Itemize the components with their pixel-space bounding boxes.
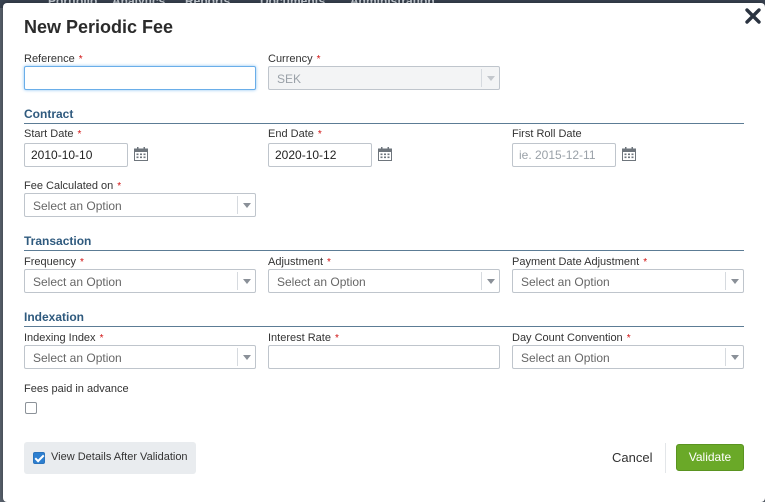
frequency-select[interactable]: Select an Option [24,269,256,293]
view-details-checkbox[interactable] [33,452,45,464]
start-date-input[interactable] [24,143,128,167]
first-roll-date-label: First Roll Date [512,128,582,140]
required-marker: * [626,333,631,344]
day-count-convention-label: Day Count Convention * [512,332,631,344]
required-marker: * [77,129,82,140]
required-marker: * [316,54,321,65]
required-marker: * [643,257,648,268]
payment-date-adjustment-select[interactable]: Select an Option [512,269,744,293]
currency-label: Currency * [268,53,321,65]
fee-calculated-on-label: Fee Calculated on * [24,180,122,192]
required-marker: * [78,54,83,65]
view-details-label: View Details After Validation [51,451,188,463]
select-value: Select an Option [33,275,122,289]
adjustment-select[interactable]: Select an Option [268,269,500,293]
reference-label: Reference * [24,53,83,65]
start-date-label: Start Date * [24,128,82,140]
chevron-down-icon [237,348,255,366]
chevron-down-icon [481,69,499,87]
chevron-down-icon [725,272,743,290]
interest-rate-input[interactable] [268,345,500,369]
calendar-icon[interactable] [621,146,637,162]
section-heading: Contract [24,107,74,121]
close-icon[interactable] [744,7,762,25]
chevron-down-icon [237,272,255,290]
adjustment-label: Adjustment * [268,256,331,268]
select-value: Select an Option [33,199,122,213]
select-value: Select an Option [33,351,122,365]
calendar-icon[interactable] [377,146,393,162]
select-value: Select an Option [521,351,610,365]
end-date-input[interactable] [268,143,372,167]
dialog-title: New Periodic Fee [24,17,174,37]
chevron-down-icon [481,272,499,290]
section-indexation: Indexation [24,310,744,327]
footer-divider [665,443,666,473]
chevron-down-icon [725,348,743,366]
currency-value: SEK [277,72,302,86]
calendar-icon[interactable] [133,146,149,162]
new-periodic-fee-dialog: New Periodic Fee Reference * Currency * SE… [3,3,765,502]
section-contract: Contract [24,107,744,124]
required-marker: * [327,257,331,268]
currency-select[interactable]: SEK [268,66,500,90]
required-marker: * [317,129,322,140]
first-roll-date-input[interactable] [512,143,616,167]
end-date-label: End Date * [268,128,322,140]
section-heading: Transaction [24,234,92,248]
validate-button[interactable]: Validate [676,444,744,471]
reference-input[interactable] [24,66,256,90]
cancel-button[interactable]: Cancel [612,450,652,465]
indexing-index-label: Indexing Index * [24,332,104,344]
indexing-index-select[interactable]: Select an Option [24,345,256,369]
required-marker: * [79,257,84,268]
interest-rate-label: Interest Rate * [268,332,339,344]
payment-date-adjustment-label: Payment Date Adjustment * [512,256,648,268]
select-value: Select an Option [521,275,610,289]
frequency-label: Frequency * [24,256,84,268]
section-heading: Indexation [24,310,85,324]
view-details-after-validation[interactable]: View Details After Validation [24,442,196,474]
section-transaction: Transaction [24,234,744,251]
required-marker: * [99,333,104,344]
fees-paid-in-advance-label: Fees paid in advance [24,383,129,395]
required-marker: * [334,333,339,344]
fees-paid-in-advance-checkbox[interactable] [25,402,37,414]
select-value: Select an Option [277,275,366,289]
day-count-convention-select[interactable]: Select an Option [512,345,744,369]
required-marker: * [117,181,122,192]
chevron-down-icon [237,196,255,214]
fee-calculated-on-select[interactable]: Select an Option [24,193,256,217]
